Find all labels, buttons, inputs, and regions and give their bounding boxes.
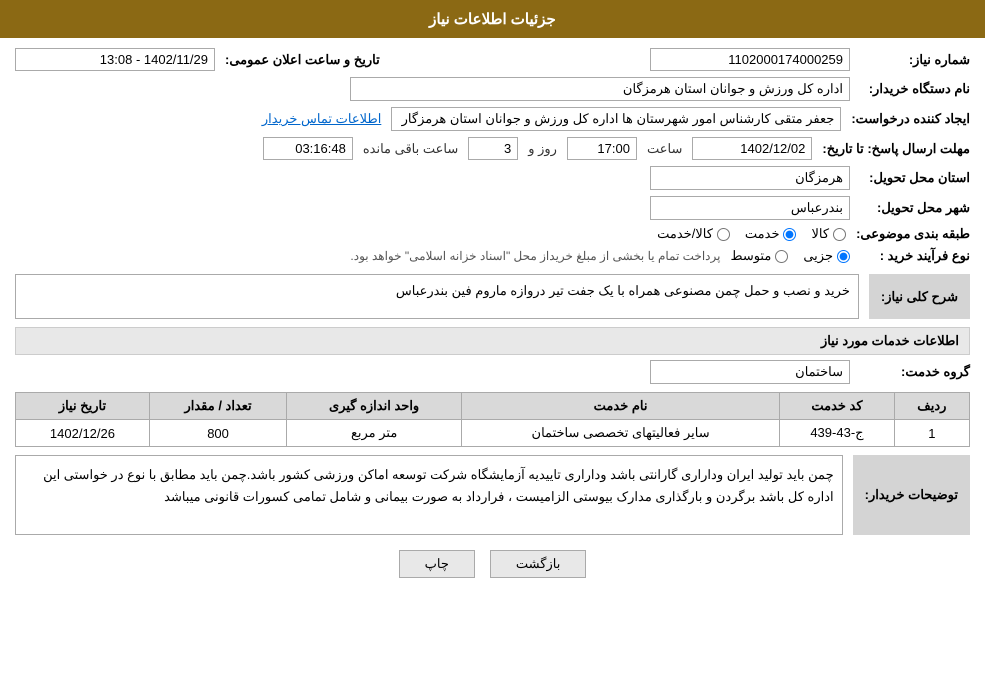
col-vahed: واحد اندازه گیری	[287, 393, 462, 420]
page-title: جزئیات اطلاعات نیاز	[429, 11, 556, 28]
tarikh-elan-value: 1402/11/29 - 13:08	[15, 48, 215, 71]
tabaqe-label: طبقه بندی موضوعی:	[856, 226, 970, 242]
khedmat-radio[interactable]	[783, 228, 796, 241]
saat-value: 17:00	[567, 137, 637, 160]
kala-khedmat-radio-item: کالا/خدمت	[657, 226, 730, 242]
col-kod: کد خدمت	[780, 393, 895, 420]
etelaatTamas-link[interactable]: اطلاعات تماس خریدار	[262, 111, 381, 127]
cell-radif: 1	[894, 420, 969, 447]
back-button[interactable]: بازگشت	[490, 550, 586, 578]
ijadKonande-row: ایجاد کننده درخواست: جعفر متقی کارشناس ا…	[15, 107, 970, 131]
cell-vahed: متر مربع	[287, 420, 462, 447]
jezvi-radio[interactable]	[837, 250, 850, 263]
kala-khedmat-radio[interactable]	[717, 228, 730, 241]
farayand-radios: جزیی متوسط	[730, 248, 850, 264]
namDasgah-value: اداره کل ورزش و جوانان استان هرمزگان	[350, 77, 850, 101]
cell-tarikh: 1402/12/26	[16, 420, 150, 447]
cell-kod: ج-43-439	[780, 420, 895, 447]
baghimande-value: 03:16:48	[263, 137, 353, 160]
kala-radio-item: کالا	[811, 226, 846, 242]
sharh-section: شرح کلی نیاز: خرید و نصب و حمل چمن مصنوع…	[15, 274, 970, 319]
cell-nam: سایر فعالیتهای تخصصی ساختمان	[462, 420, 780, 447]
col-radif: ردیف	[894, 393, 969, 420]
shomareNiaz-label: شماره نیاز:	[860, 52, 970, 68]
button-row: بازگشت چاپ	[15, 550, 970, 578]
baghimande-label: ساعت باقی مانده	[363, 141, 458, 157]
rooz-label: روز و	[528, 141, 557, 157]
ijadKonande-label: ایجاد کننده درخواست:	[851, 111, 970, 127]
khadamat-section-title: اطلاعات خدمات مورد نیاز	[15, 327, 970, 355]
mohlat-label: مهلت ارسال پاسخ: تا تاریخ:	[822, 141, 970, 157]
tabaqe-row: طبقه بندی موضوعی: کالا خدمت کالا/خدمت	[15, 226, 970, 242]
khadamat-table: ردیف کد خدمت نام خدمت واحد اندازه گیری ت…	[15, 392, 970, 447]
namDasgah-row: نام دستگاه خریدار: اداره کل ورزش و جوانا…	[15, 77, 970, 101]
khedmat-label: خدمت	[745, 226, 780, 242]
tarikh-elan-label: تاریخ و ساعت اعلان عمومی:	[225, 52, 380, 68]
namDasgah-label: نام دستگاه خریدار:	[860, 81, 970, 97]
tosih-label: توضیحات خریدار:	[853, 455, 970, 535]
motavasset-radio[interactable]	[775, 250, 788, 263]
col-tedad: تعداد / مقدار	[149, 393, 286, 420]
shahr-row: شهر محل تحویل: بندرعباس	[15, 196, 970, 220]
kala-label: کالا	[811, 226, 829, 242]
ijadKonande-value: جعفر متقی کارشناس امور شهرستان ها اداره …	[391, 107, 841, 131]
sharh-label: شرح کلی نیاز:	[869, 274, 970, 319]
ostan-label: استان محل تحویل:	[860, 170, 970, 186]
jezvi-label: جزیی	[803, 248, 833, 264]
sharh-value: خرید و نصب و حمل چمن مصنوعی همراه با یک …	[15, 274, 859, 319]
gorohe-khedmat-row: گروه خدمت: ساختمان	[15, 360, 970, 384]
main-content: شماره نیاز: 1102000174000259 تاریخ و ساع…	[0, 38, 985, 598]
shomareNiaz-row: شماره نیاز: 1102000174000259 تاریخ و ساع…	[15, 48, 970, 71]
kala-khedmat-label: کالا/خدمت	[657, 226, 713, 242]
shomareNiaz-value: 1102000174000259	[650, 48, 850, 71]
col-tarikh: تاریخ نیاز	[16, 393, 150, 420]
table-header-row: ردیف کد خدمت نام خدمت واحد اندازه گیری ت…	[16, 393, 970, 420]
farayand-label: نوع فرآیند خرید :	[860, 248, 970, 264]
farayand-row: نوع فرآیند خرید : جزیی متوسط پرداخت تمام…	[15, 248, 970, 264]
saat-label: ساعت	[647, 141, 682, 157]
ostan-row: استان محل تحویل: هرمزگان	[15, 166, 970, 190]
tosih-section: توضیحات خریدار: چمن باید تولید ایران ودا…	[15, 455, 970, 535]
jezvi-radio-item: جزیی	[803, 248, 850, 264]
col-nam: نام خدمت	[462, 393, 780, 420]
shahr-value: بندرعباس	[650, 196, 850, 220]
kala-radio[interactable]	[833, 228, 846, 241]
rooz-value: 3	[468, 137, 518, 160]
ostan-value: هرمزگان	[650, 166, 850, 190]
motavasset-radio-item: متوسط	[730, 248, 788, 264]
page-header: جزئیات اطلاعات نیاز	[0, 0, 985, 38]
date-value: 1402/12/02	[692, 137, 812, 160]
gorohe-khedmat-label: گروه خدمت:	[860, 364, 970, 380]
mohlat-row: مهلت ارسال پاسخ: تا تاریخ: 1402/12/02 سا…	[15, 137, 970, 160]
tosih-value: چمن باید تولید ایران وداراری گارانتی باش…	[15, 455, 843, 535]
print-button[interactable]: چاپ	[399, 550, 475, 578]
shahr-label: شهر محل تحویل:	[860, 200, 970, 216]
gorohe-khedmat-value: ساختمان	[650, 360, 850, 384]
farayand-note: پرداخت تمام یا بخشی از مبلغ خریداز محل "…	[350, 249, 720, 263]
khedmat-radio-item: خدمت	[745, 226, 797, 242]
motavasset-label: متوسط	[730, 248, 771, 264]
tabaqe-radios: کالا خدمت کالا/خدمت	[657, 226, 846, 242]
page-container: جزئیات اطلاعات نیاز شماره نیاز: 11020001…	[0, 0, 985, 691]
table-row: 1 ج-43-439 سایر فعالیتهای تخصصی ساختمان …	[16, 420, 970, 447]
cell-tedad: 800	[149, 420, 286, 447]
